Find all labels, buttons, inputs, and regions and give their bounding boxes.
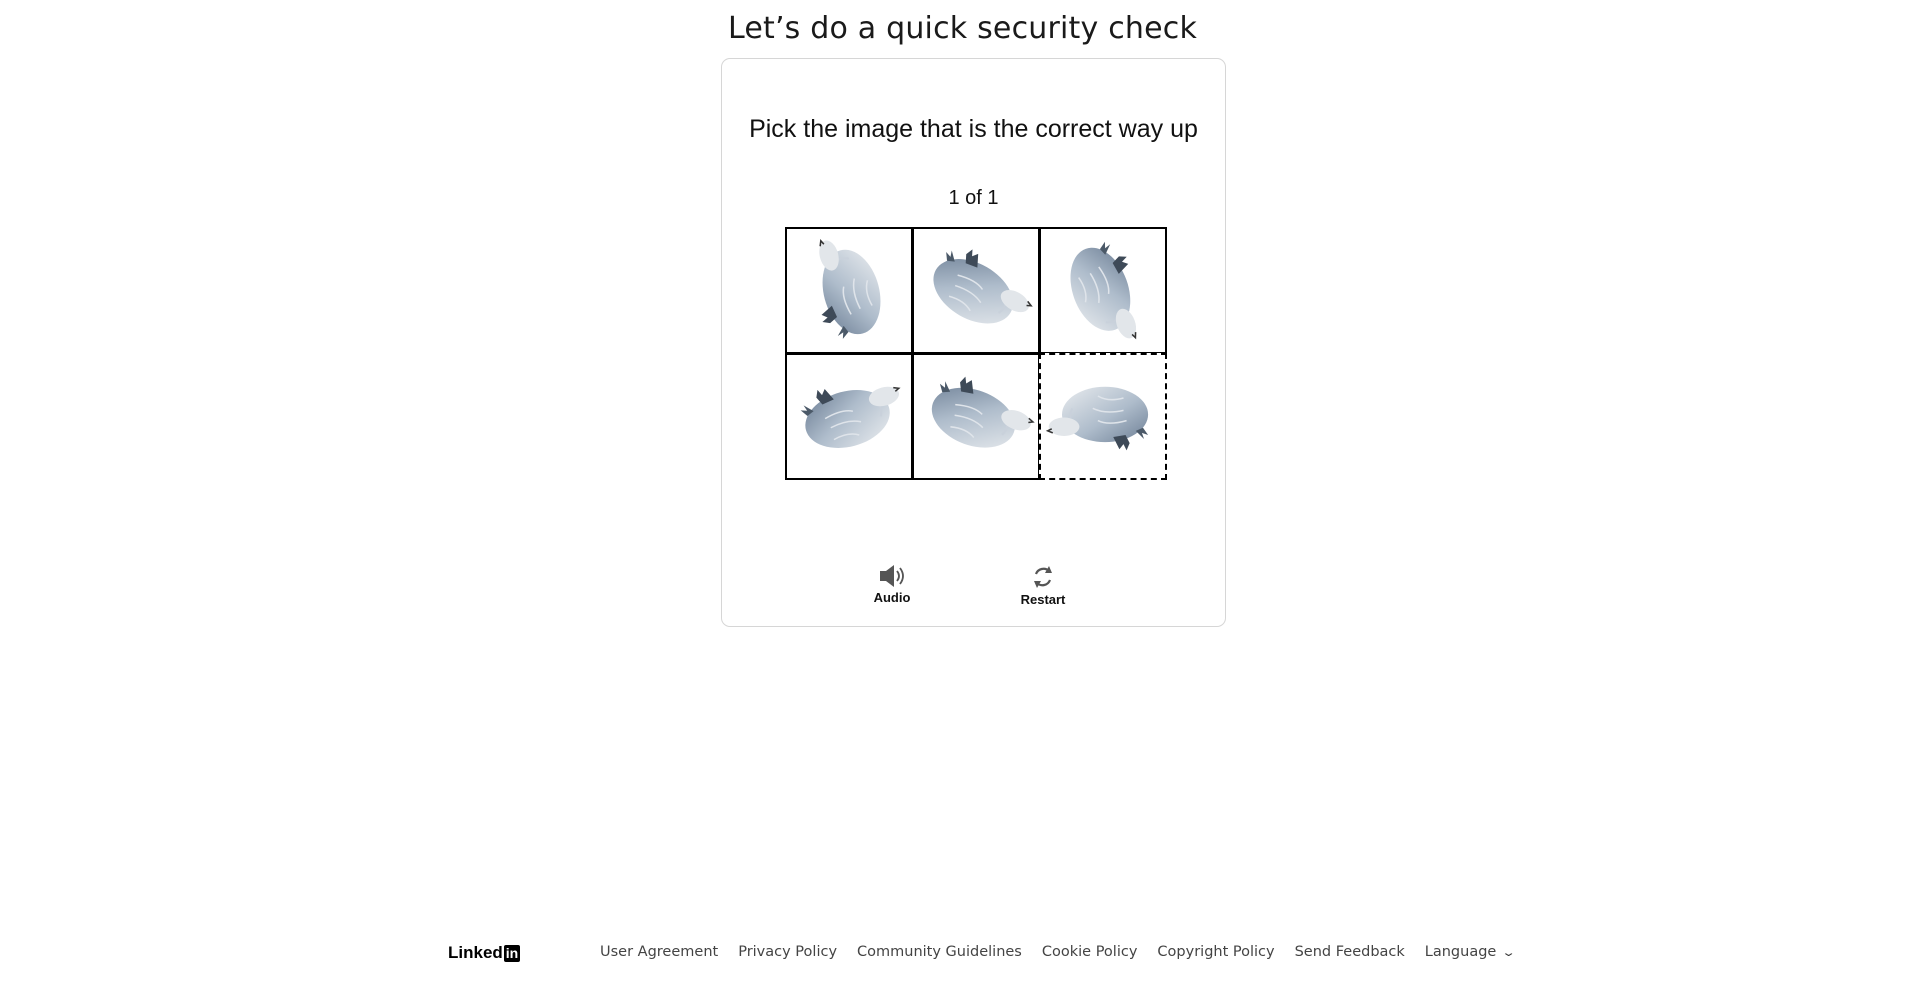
language-label: Language bbox=[1424, 944, 1497, 960]
animal-figure-image bbox=[800, 386, 901, 448]
animal-figure-image bbox=[931, 376, 1035, 448]
animal-figure-image bbox=[1045, 386, 1149, 451]
image-tile-4[interactable] bbox=[785, 353, 913, 480]
image-tile-2[interactable] bbox=[912, 227, 1040, 354]
image-grid bbox=[785, 227, 1167, 480]
footer-links: User Agreement Privacy Policy Community … bbox=[600, 944, 1534, 960]
footer-link-community-guidelines[interactable]: Community Guidelines bbox=[857, 944, 1022, 960]
image-tile-3[interactable] bbox=[1039, 227, 1167, 354]
image-tile-5[interactable] bbox=[912, 353, 1040, 480]
footer-link-user-agreement[interactable]: User Agreement bbox=[600, 944, 718, 960]
audio-label: Audio bbox=[873, 590, 911, 605]
linkedin-logo[interactable]: Linked in bbox=[448, 943, 521, 963]
animal-figure-image bbox=[933, 249, 1033, 324]
chevron-down-icon: ⌄ bbox=[1501, 945, 1517, 959]
challenge-card: Pick the image that is the correct way u… bbox=[721, 58, 1226, 627]
challenge-prompt: Pick the image that is the correct way u… bbox=[749, 115, 1198, 143]
animal-figure-image bbox=[819, 238, 881, 339]
logo-text: Linked bbox=[448, 943, 503, 962]
animal-figure-image bbox=[1070, 241, 1137, 340]
challenge-controls: Audio Restart bbox=[722, 564, 1225, 624]
restart-icon bbox=[1034, 566, 1052, 588]
footer-link-copyright-policy[interactable]: Copyright Policy bbox=[1157, 944, 1274, 960]
restart-label: Restart bbox=[1020, 592, 1066, 607]
speaker-icon bbox=[880, 565, 904, 587]
image-tile-1[interactable] bbox=[785, 227, 913, 354]
audio-button[interactable]: Audio bbox=[852, 564, 932, 605]
language-selector[interactable]: Language ⌄ bbox=[1424, 944, 1517, 960]
logo-badge: in bbox=[503, 944, 521, 962]
footer: Linked in User Agreement Privacy Policy C… bbox=[0, 940, 1925, 964]
image-tile-6[interactable] bbox=[1039, 353, 1167, 480]
page-title: Let’s do a quick security check bbox=[727, 11, 1198, 46]
footer-link-cookie-policy[interactable]: Cookie Policy bbox=[1042, 944, 1138, 960]
footer-link-send-feedback[interactable]: Send Feedback bbox=[1295, 944, 1405, 960]
challenge-counter: 1 of 1 bbox=[948, 187, 999, 209]
footer-link-privacy-policy[interactable]: Privacy Policy bbox=[738, 944, 837, 960]
restart-button[interactable]: Restart bbox=[1003, 564, 1083, 607]
